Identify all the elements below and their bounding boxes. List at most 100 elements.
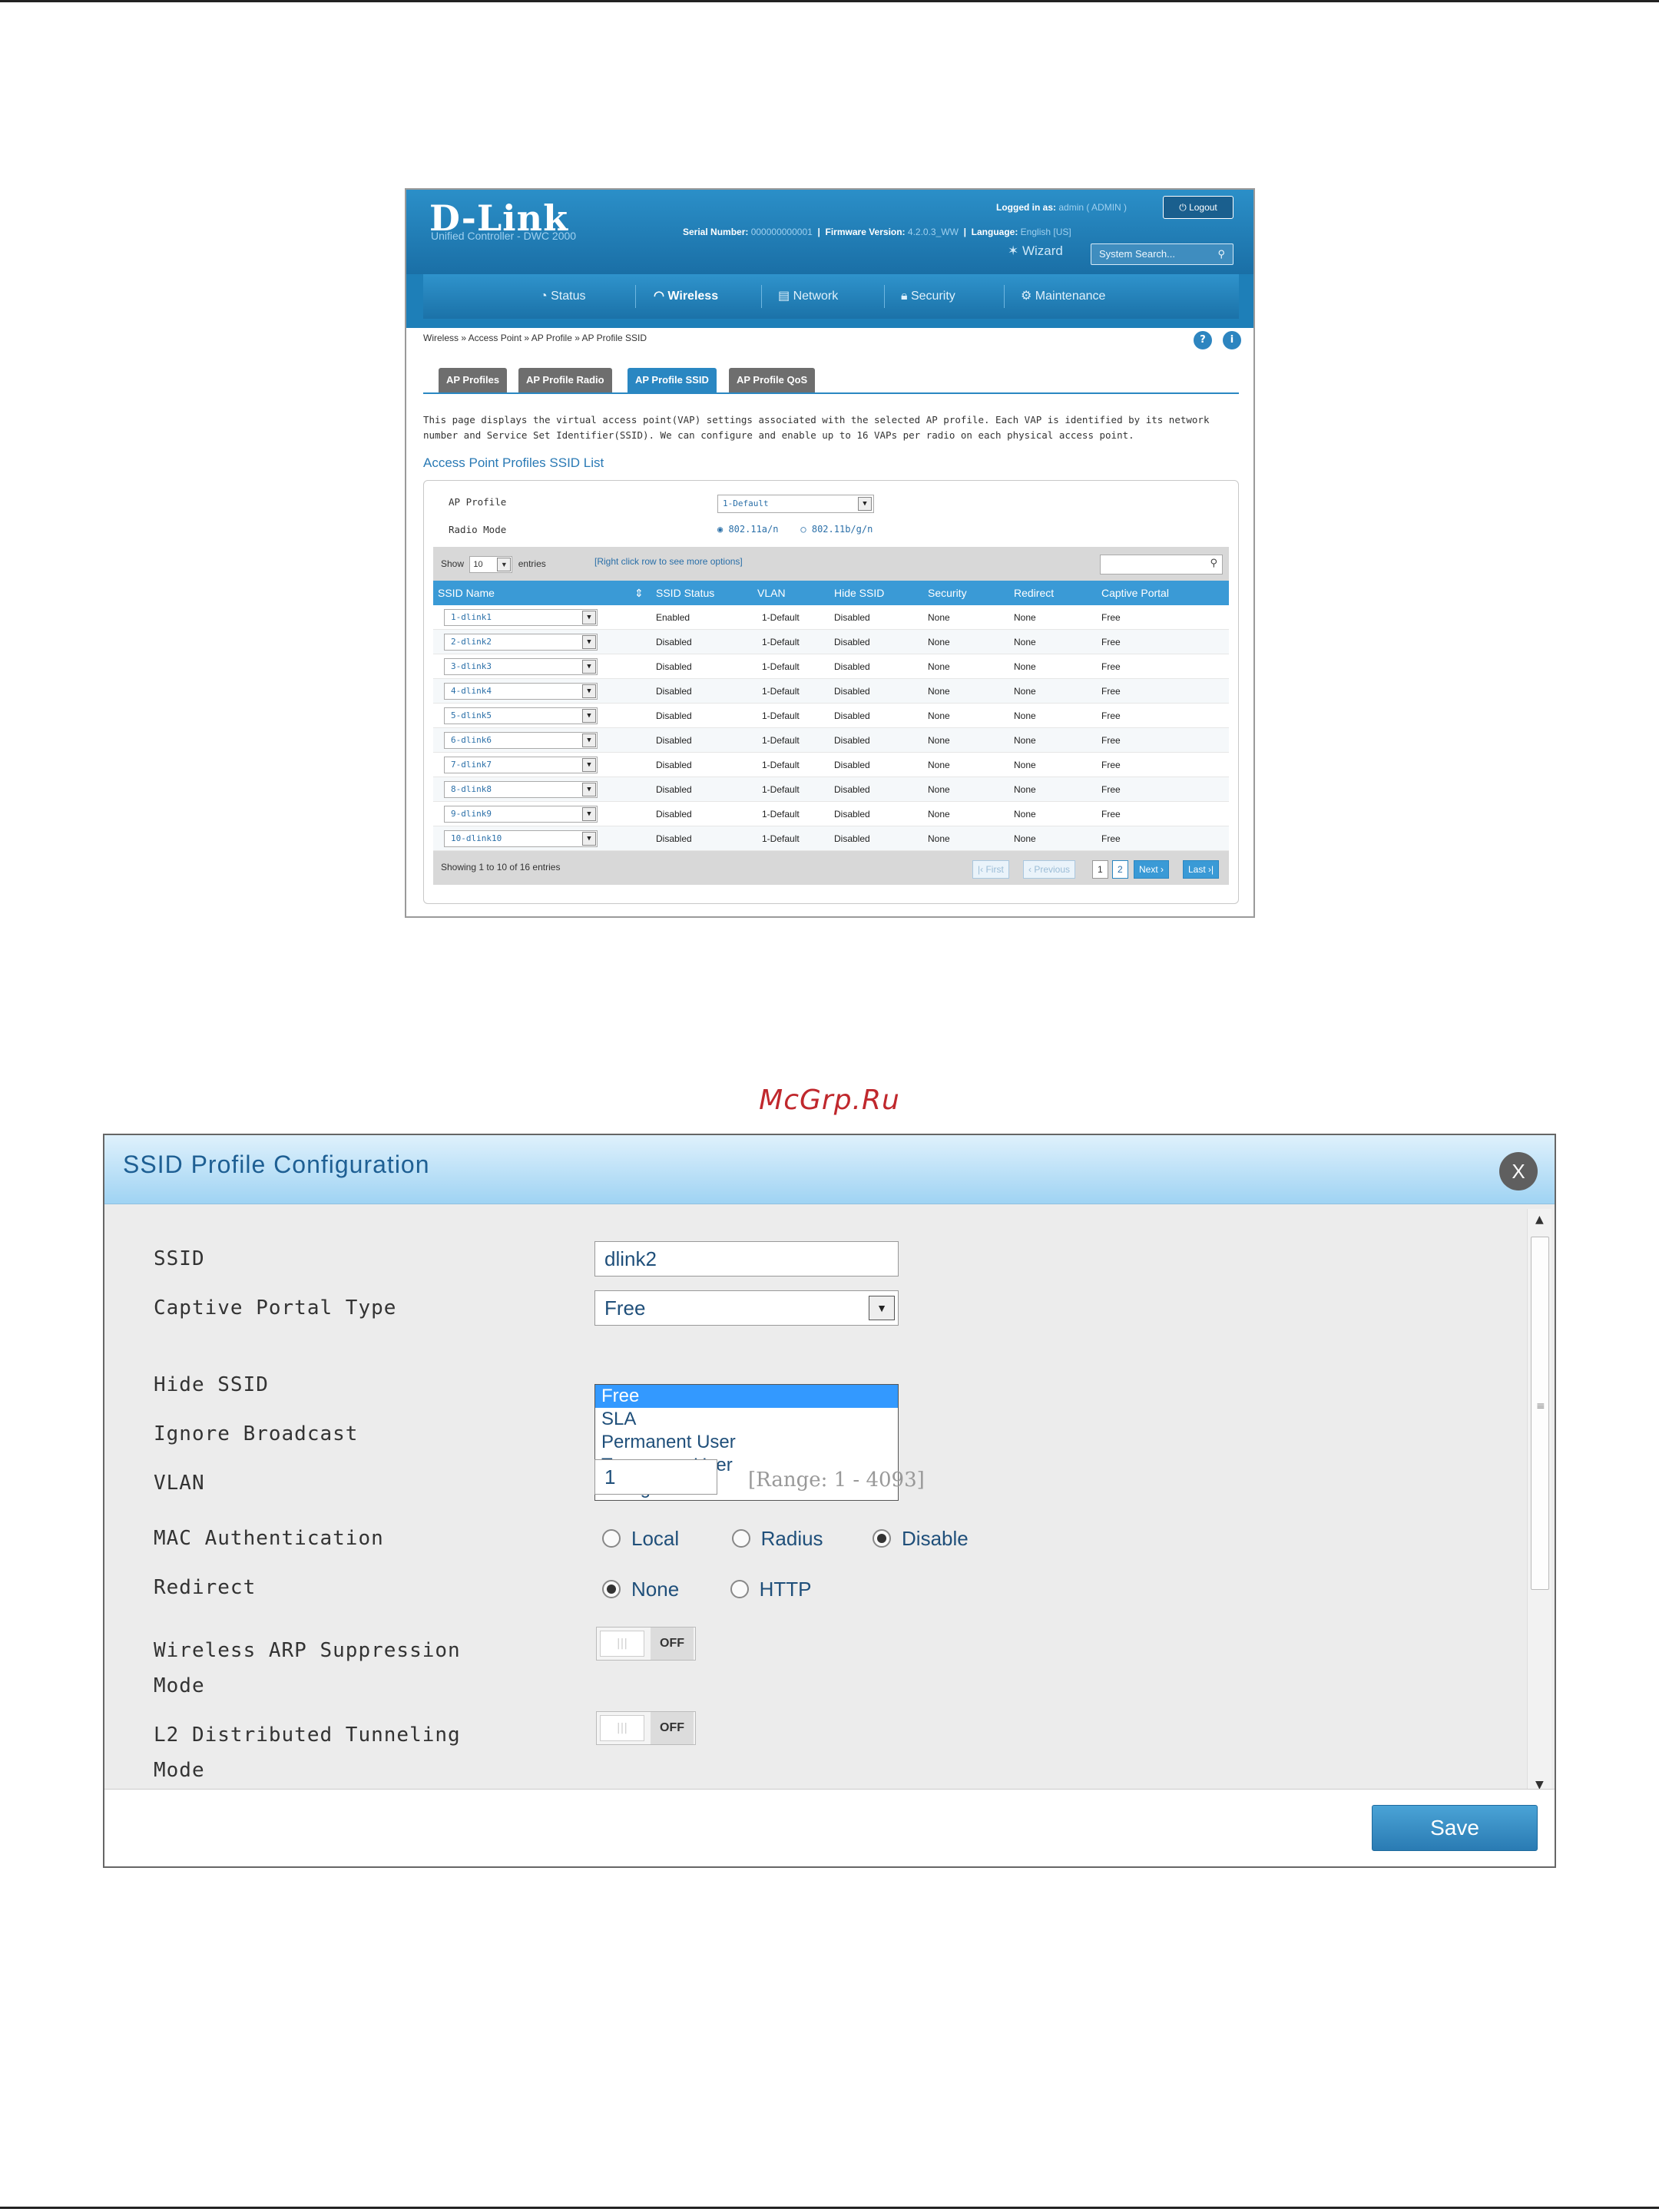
table-row[interactable]: 10-dlink10 ▼ Disabled 1-Default Disabled … — [433, 826, 1229, 851]
table-row[interactable]: 4-dlink4 ▼ Disabled 1-Default Disabled No… — [433, 679, 1229, 704]
cell-redirect: None — [1014, 686, 1036, 697]
col-security[interactable]: Security — [928, 581, 967, 605]
redirect-group: None HTTP — [602, 1578, 812, 1601]
modal-scrollbar[interactable]: ▲ ≡ ▼ — [1527, 1209, 1551, 1796]
option-permanent-user[interactable]: Permanent User — [595, 1431, 898, 1454]
table-row[interactable]: 7-dlink7 ▼ Disabled 1-Default Disabled No… — [433, 753, 1229, 777]
nav-maintenance[interactable]: ⚙ Maintenance — [1021, 274, 1105, 319]
logout-button[interactable]: ⏻ Logout — [1163, 196, 1233, 219]
modal-title: SSID Profile Configuration — [123, 1151, 430, 1178]
radio-http[interactable]: HTTP — [730, 1578, 812, 1601]
col-ssid-status[interactable]: SSID Status — [656, 581, 714, 605]
pager-page-2[interactable]: 2 — [1112, 860, 1128, 879]
cell-security: None — [928, 833, 950, 844]
tab-ap-profile-radio[interactable]: AP Profile Radio — [518, 368, 612, 392]
close-button[interactable]: X — [1499, 1152, 1538, 1190]
table-row[interactable]: 2-dlink2 ▼ Disabled 1-Default Disabled No… — [433, 630, 1229, 654]
nav-status[interactable]: ◔ Status — [540, 274, 585, 319]
wizard-link[interactable]: ✶ Wizard — [1008, 243, 1063, 259]
cell-hide-ssid: Disabled — [834, 833, 870, 844]
scroll-thumb[interactable]: ≡ — [1531, 1237, 1549, 1590]
radio-disable[interactable]: Disable — [873, 1527, 969, 1550]
ap-profile-select[interactable]: 1-Default ▼ — [717, 495, 874, 513]
ssid-input[interactable]: dlink2 — [594, 1241, 899, 1277]
pager-first[interactable]: |‹ First — [972, 860, 1009, 879]
table-row[interactable]: 6-dlink6 ▼ Disabled 1-Default Disabled No… — [433, 728, 1229, 753]
col-ssid-name[interactable]: SSID Name — [438, 581, 495, 605]
wireless-arp-suppression-toggle[interactable]: ||| OFF — [596, 1627, 696, 1661]
cell-status: Disabled — [656, 661, 692, 672]
ssid-select[interactable]: 2-dlink2 ▼ — [444, 634, 598, 651]
pager-page-1[interactable]: 1 — [1092, 860, 1108, 879]
logged-in-info: Logged in as: admin ( ADMIN ) — [996, 202, 1127, 213]
cell-redirect: None — [1014, 809, 1036, 820]
redirect-label: Redirect — [154, 1576, 257, 1599]
pager-next[interactable]: Next › — [1134, 860, 1170, 879]
section-title: Access Point Profiles SSID List — [423, 455, 604, 470]
ssid-select[interactable]: 5-dlink5 ▼ — [444, 707, 598, 724]
ssid-select[interactable]: 10-dlink10 ▼ — [444, 830, 598, 847]
ssid-select[interactable]: 9-dlink9 ▼ — [444, 806, 598, 823]
help-icon[interactable]: ? — [1194, 331, 1212, 349]
ssid-select[interactable]: 3-dlink3 ▼ — [444, 658, 598, 675]
captive-portal-type-select[interactable]: Free ▼ — [594, 1290, 899, 1326]
radio-802-11an[interactable]: ◉ 802.11a/n — [717, 524, 778, 535]
tab-ap-profile-ssid[interactable]: AP Profile SSID — [628, 368, 717, 392]
scroll-up-icon[interactable]: ▲ — [1535, 1214, 1544, 1226]
radio-none[interactable]: None — [602, 1578, 679, 1601]
serial-value: 000000000001 — [750, 227, 813, 237]
captive-portal-type-label: Captive Portal Type — [154, 1296, 397, 1320]
nav-security[interactable]: 🔒︎ Security — [901, 274, 955, 319]
cell-security: None — [928, 686, 950, 697]
gauge-icon: ◔ — [540, 290, 548, 303]
cell-status: Disabled — [656, 809, 692, 820]
language-value[interactable]: English [US] — [1021, 227, 1071, 237]
system-search-input[interactable]: System Search... ⚲ — [1091, 243, 1233, 265]
table-row[interactable]: 1-dlink1 ▼ Enabled 1-Default Disabled Non… — [433, 605, 1229, 630]
radio-radius[interactable]: Radius — [731, 1527, 823, 1550]
vlan-input[interactable]: 1 — [594, 1459, 717, 1495]
chevron-right-icon: ›| — [1208, 864, 1214, 875]
ssid-select[interactable]: 1-dlink1 ▼ — [444, 609, 598, 626]
col-hide-ssid[interactable]: Hide SSID — [834, 581, 884, 605]
option-sla[interactable]: SLA — [595, 1408, 898, 1431]
cell-hide-ssid: Disabled — [834, 612, 870, 623]
info-icon[interactable]: i — [1223, 331, 1241, 349]
col-captive-portal[interactable]: Captive Portal — [1101, 581, 1169, 605]
table-row[interactable]: 3-dlink3 ▼ Disabled 1-Default Disabled No… — [433, 654, 1229, 679]
pager-last[interactable]: Last ›| — [1183, 860, 1220, 879]
nav-wireless[interactable]: ◠ Wireless — [654, 274, 718, 319]
nav-network[interactable]: ▤ Network — [778, 274, 838, 319]
ssid-select[interactable]: 8-dlink8 ▼ — [444, 781, 598, 798]
cell-status: Disabled — [656, 710, 692, 721]
l2-distributed-tunneling-toggle[interactable]: ||| OFF — [596, 1711, 696, 1745]
nav-divider — [1004, 285, 1005, 308]
table-search-input[interactable]: ⚲ — [1100, 555, 1223, 575]
radio-selected-icon — [602, 1580, 621, 1598]
cell-captive-portal: Free — [1101, 612, 1121, 623]
toggle-state: OFF — [651, 1712, 694, 1744]
serial-label: Serial Number: — [683, 227, 749, 237]
col-redirect[interactable]: Redirect — [1014, 581, 1054, 605]
tab-ap-profiles[interactable]: AP Profiles — [439, 368, 508, 392]
save-button[interactable]: Save — [1372, 1805, 1538, 1851]
pager-previous[interactable]: ‹ Previous — [1023, 860, 1076, 879]
cell-hide-ssid: Disabled — [834, 735, 870, 746]
table-row[interactable]: 9-dlink9 ▼ Disabled 1-Default Disabled No… — [433, 802, 1229, 826]
col-vlan[interactable]: VLAN — [757, 581, 786, 605]
cell-status: Disabled — [656, 833, 692, 844]
ssid-select[interactable]: 7-dlink7 ▼ — [444, 757, 598, 773]
option-free[interactable]: Free — [595, 1385, 898, 1408]
scroll-grip-icon: ≡ — [1536, 1400, 1545, 1412]
page-length-select[interactable]: 10 ▼ — [469, 556, 513, 573]
ssid-select[interactable]: 4-dlink4 ▼ — [444, 683, 598, 700]
cell-vlan: 1-Default — [762, 710, 800, 721]
table-row[interactable]: 5-dlink5 ▼ Disabled 1-Default Disabled No… — [433, 704, 1229, 728]
ssid-select[interactable]: 6-dlink6 ▼ — [444, 732, 598, 749]
tab-ap-profile-qos[interactable]: AP Profile QoS — [729, 368, 816, 392]
radio-802-11bgn[interactable]: ○ 802.11b/g/n — [800, 524, 873, 535]
radio-local[interactable]: Local — [602, 1527, 679, 1550]
chevron-down-icon: ▼ — [582, 807, 596, 821]
table-row[interactable]: 8-dlink8 ▼ Disabled 1-Default Disabled No… — [433, 777, 1229, 802]
breadcrumb[interactable]: Wireless » Access Point » AP Profile » A… — [423, 333, 647, 343]
